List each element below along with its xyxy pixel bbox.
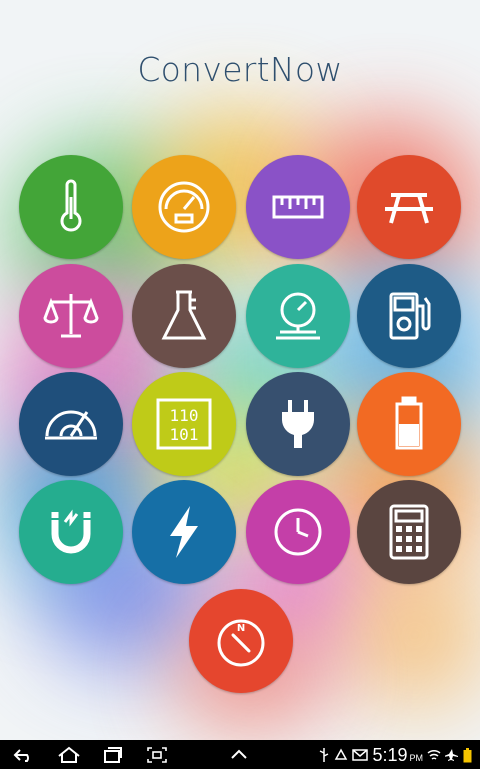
- airplane-mode-icon: [445, 749, 458, 761]
- tile-area[interactable]: [357, 155, 461, 259]
- beaker-icon: [161, 290, 207, 340]
- tile-magnetism[interactable]: [19, 480, 123, 584]
- system-navigation-bar: 5:19 PM: [0, 740, 480, 769]
- ruler-icon: [272, 195, 324, 219]
- binary-line-1: 110: [170, 406, 199, 425]
- battery-icon: [395, 396, 423, 450]
- tile-digital-storage[interactable]: 110 101: [132, 372, 236, 476]
- tile-direction[interactable]: N: [189, 589, 293, 693]
- binary-icon: 110 101: [156, 398, 212, 450]
- calculator-icon: [389, 504, 429, 560]
- recycle-icon: [335, 748, 348, 760]
- tile-electricity[interactable]: [132, 480, 236, 584]
- compass-north-label: N: [237, 623, 245, 634]
- wifi-icon: [427, 749, 441, 760]
- mail-icon: [352, 749, 369, 761]
- clock-icon: [274, 508, 322, 556]
- tile-weight[interactable]: [19, 264, 123, 368]
- picnic-table-icon: [385, 193, 433, 224]
- speedometer-icon: [158, 181, 210, 233]
- plug-icon: [282, 400, 314, 448]
- protractor-icon: [45, 410, 97, 440]
- status-time: 5:19: [372, 744, 408, 765]
- tile-angle[interactable]: [19, 372, 123, 476]
- lightning-icon: [170, 506, 198, 558]
- thermometer-icon: [60, 179, 82, 232]
- screenshot-icon[interactable]: [146, 746, 168, 764]
- compass-icon: N: [217, 619, 265, 667]
- tile-pressure[interactable]: [246, 264, 350, 368]
- magnet-icon: [51, 509, 91, 554]
- status-ampm: PM: [409, 753, 424, 763]
- tile-fuel-consumption[interactable]: [357, 264, 461, 368]
- tile-volume[interactable]: [132, 264, 236, 368]
- tile-time[interactable]: [246, 480, 350, 584]
- binary-line-2: 101: [170, 425, 199, 444]
- battery-status-icon: [463, 747, 472, 762]
- pressure-gauge-icon: [276, 292, 320, 340]
- tile-speed[interactable]: [132, 155, 236, 259]
- app-title: ConvertNow: [137, 50, 343, 89]
- recent-apps-icon[interactable]: [102, 746, 124, 764]
- fuel-pump-icon: [389, 292, 431, 340]
- home-icon[interactable]: [56, 746, 82, 764]
- scales-icon: [43, 294, 99, 338]
- chevron-up-icon[interactable]: [228, 746, 250, 764]
- tile-power[interactable]: [246, 372, 350, 476]
- tile-length[interactable]: [246, 155, 350, 259]
- back-icon[interactable]: [12, 746, 36, 764]
- tile-temperature[interactable]: [19, 155, 123, 259]
- usb-icon: [320, 748, 329, 762]
- tile-energy[interactable]: [357, 372, 461, 476]
- status-area: 5:19 PM: [318, 743, 472, 767]
- tile-calculator[interactable]: [357, 480, 461, 584]
